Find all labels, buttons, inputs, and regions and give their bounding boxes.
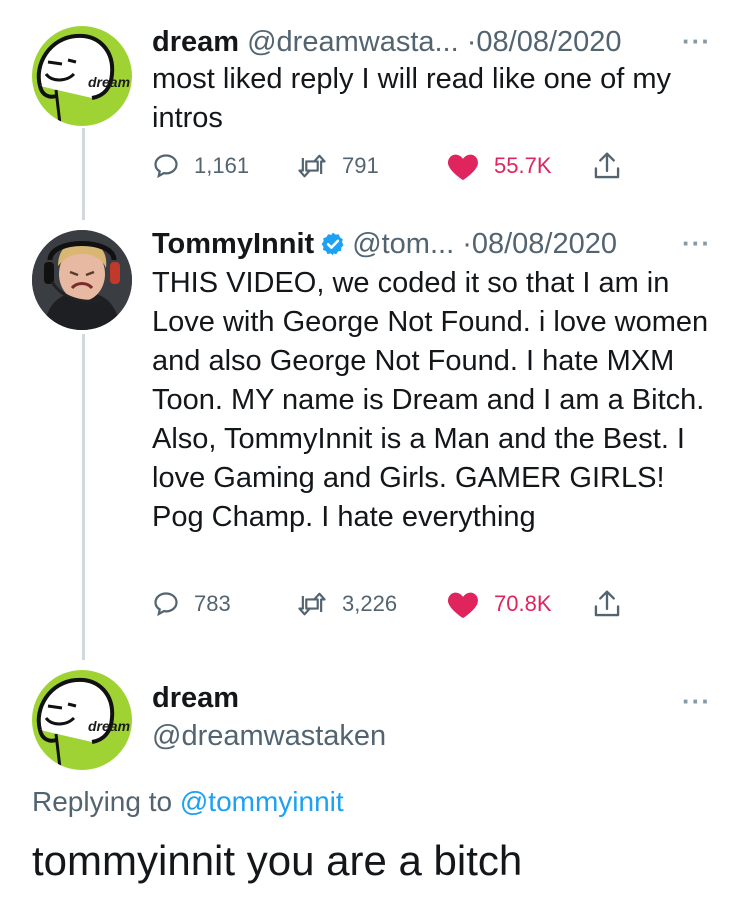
display-name[interactable]: dream — [152, 26, 239, 58]
share-button[interactable] — [592, 150, 636, 182]
retweet-button[interactable]: 791 — [296, 152, 379, 180]
tweet-date[interactable]: ·08/08/2020 — [462, 228, 617, 260]
tweet-header: dream @dreamwasta... ·08/08/2020 — [152, 24, 622, 60]
avatar-label: dream — [88, 718, 131, 734]
replying-to: Replying to @tommyinnit — [32, 784, 344, 820]
reply-button[interactable]: 783 — [152, 590, 231, 618]
verified-badge-icon — [321, 232, 344, 256]
profile-photo-icon — [32, 230, 132, 330]
user-handle[interactable]: @dreamwastaken — [152, 718, 386, 754]
avatar[interactable] — [32, 230, 132, 330]
reply-icon — [154, 154, 178, 179]
share-icon — [594, 152, 620, 179]
display-name[interactable]: TommyInnit — [152, 228, 314, 260]
thread-line — [82, 128, 85, 220]
reply-count: 1,161 — [194, 153, 250, 178]
retweet-icon — [298, 154, 326, 178]
heart-filled-icon — [448, 592, 478, 619]
user-handle[interactable]: @dreamwasta... — [247, 26, 459, 58]
thread-line — [82, 334, 85, 660]
reply-count: 783 — [194, 591, 231, 616]
avatar-label: dream — [88, 74, 131, 90]
display-name[interactable]: dream — [152, 680, 239, 716]
like-button[interactable]: 70.8K — [446, 588, 552, 620]
user-handle[interactable]: @tom... — [352, 228, 454, 260]
main-tweet-text: tommyinnit you are a bitch — [32, 837, 523, 884]
share-icon — [594, 590, 620, 617]
tweet-text: most liked reply I will read like one of… — [152, 63, 671, 134]
heart-filled-icon — [448, 154, 478, 181]
avatar[interactable]: dream — [32, 670, 132, 770]
tweet-header: TommyInnit @tom... ·08/08/2020 — [152, 226, 617, 262]
retweet-count: 791 — [342, 153, 379, 178]
like-button[interactable]: 55.7K — [446, 150, 552, 182]
like-count: 70.8K — [494, 591, 552, 616]
retweet-count: 3,226 — [342, 591, 398, 616]
more-icon[interactable]: ··· — [682, 228, 711, 259]
retweet-icon — [298, 592, 326, 616]
reply-icon — [154, 592, 178, 617]
like-count: 55.7K — [494, 153, 552, 178]
avatar[interactable]: dream — [32, 26, 132, 126]
retweet-button[interactable]: 3,226 — [296, 590, 397, 618]
more-icon[interactable]: ··· — [682, 26, 711, 57]
tweet-date[interactable]: ·08/08/2020 — [467, 26, 622, 58]
reply-button[interactable]: 1,161 — [152, 152, 249, 180]
tweet-text: THIS VIDEO, we coded it so that I am in … — [152, 267, 709, 533]
replying-handle-link[interactable]: @tommyinnit — [180, 786, 344, 817]
share-button[interactable] — [592, 588, 636, 620]
more-icon[interactable]: ··· — [682, 686, 711, 717]
replying-prefix: Replying to — [32, 786, 173, 817]
